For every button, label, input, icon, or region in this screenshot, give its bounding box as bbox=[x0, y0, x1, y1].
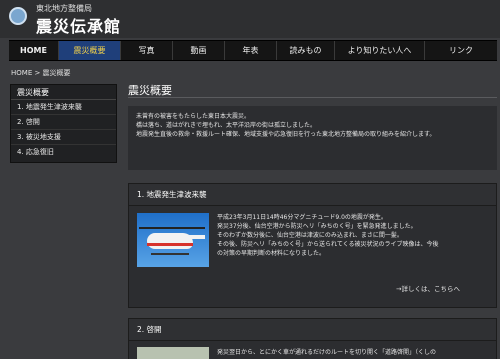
section-line: の対策の早期判断の材料になりました。 bbox=[217, 250, 326, 257]
helicopter-photo bbox=[137, 213, 209, 267]
site-title[interactable]: 震災伝承館 bbox=[36, 13, 121, 37]
section-text: 平成23年3月11日14時46分マグニチュード9.0の地震が発生。 発災37分後… bbox=[217, 213, 492, 258]
sidebar: 震災概要 1. 地震発生津波来襲 2. 啓開 3. 被災地支援 4. 応急復旧 bbox=[10, 84, 117, 163]
section-heading: 2. 啓開 bbox=[129, 319, 496, 341]
breadcrumb[interactable]: HOME > 震災概要 bbox=[11, 68, 71, 78]
helicopter-rotor-shape bbox=[139, 227, 205, 229]
nav-photos[interactable]: 写真 bbox=[121, 41, 173, 60]
helicopter-tail-shape bbox=[187, 235, 205, 239]
helicopter-skid-shape bbox=[151, 253, 189, 255]
sidebar-item-emergency-restoration[interactable]: 4. 応急復旧 bbox=[11, 145, 116, 160]
sidebar-item-disaster-support[interactable]: 3. 被災地支援 bbox=[11, 130, 116, 145]
intro-box: 未曾有の被害をもたらした東日本大震災。 橋は落ち、道はがれきで埋もれ、太平洋沿岸… bbox=[128, 106, 497, 170]
section-line: 発災翌日から、とにかく車が通れるだけのルートを切り開く「道路啓開」（くしの bbox=[217, 349, 437, 356]
nav-readings[interactable]: 読みもの bbox=[277, 41, 335, 60]
global-nav: HOME 震災概要 写真 動画 年表 読みもの より知りたい人へ リンク bbox=[9, 40, 497, 61]
nav-home[interactable]: HOME bbox=[9, 41, 59, 60]
intro-line: 橋は落ち、道はがれきで埋もれ、太平洋沿岸の街は孤立しました。 bbox=[136, 122, 317, 129]
nav-links[interactable]: リンク bbox=[425, 41, 497, 60]
section-line: 発災37分後、仙台空港から防災ヘリ「みちのく号」を緊急発進しました。 bbox=[217, 223, 417, 230]
nav-timeline[interactable]: 年表 bbox=[225, 41, 277, 60]
nav-videos[interactable]: 動画 bbox=[173, 41, 225, 60]
intro-line: 未曾有の被害をもたらした東日本大震災。 bbox=[136, 113, 251, 120]
sidebar-item-earthquake-tsunami[interactable]: 1. 地震発生津波来襲 bbox=[11, 100, 116, 115]
sidebar-item-road-clearing[interactable]: 2. 啓開 bbox=[11, 115, 116, 130]
section-line: そのわずか数分後に、仙台空港は津波にのみ込まれ、まさに間一髪。 bbox=[217, 232, 403, 239]
details-link[interactable]: →詳しくは、こちらへ bbox=[396, 283, 460, 293]
section-line: 平成23年3月11日14時46分マグニチュード9.0の地震が発生。 bbox=[217, 214, 387, 221]
page-title: 震災概要 bbox=[128, 84, 172, 97]
helicopter-stripe-shape bbox=[147, 243, 193, 246]
nav-learn-more[interactable]: より知りたい人へ bbox=[335, 41, 425, 60]
sidebar-heading: 震災概要 bbox=[11, 85, 116, 100]
title-divider bbox=[128, 97, 497, 98]
ministry-logo-icon[interactable] bbox=[9, 7, 27, 25]
site-header: 東北地方整備局 震災伝承館 bbox=[0, 0, 500, 38]
section-panel-road-clearing: 2. 啓開 発災翌日から、とにかく車が通れるだけのルートを切り開く「道路啓開」（… bbox=[128, 318, 497, 359]
road-clearing-photo bbox=[137, 347, 209, 359]
nav-disaster-overview[interactable]: 震災概要 bbox=[59, 41, 121, 60]
section-panel-earthquake: 1. 地震発生津波来襲 平成23年3月11日14時46分マグニチュード9.0の地… bbox=[128, 183, 497, 308]
section-line: その後、防災ヘリ「みちのく号」から送られてくる被災状況のライブ映像は、今後 bbox=[217, 241, 439, 248]
intro-line: 地震発生直後の救命・救援ルート確保、地域支援や応急復旧を行った東北地方整備局の取… bbox=[136, 131, 436, 138]
section-heading: 1. 地震発生津波来襲 bbox=[129, 184, 496, 206]
